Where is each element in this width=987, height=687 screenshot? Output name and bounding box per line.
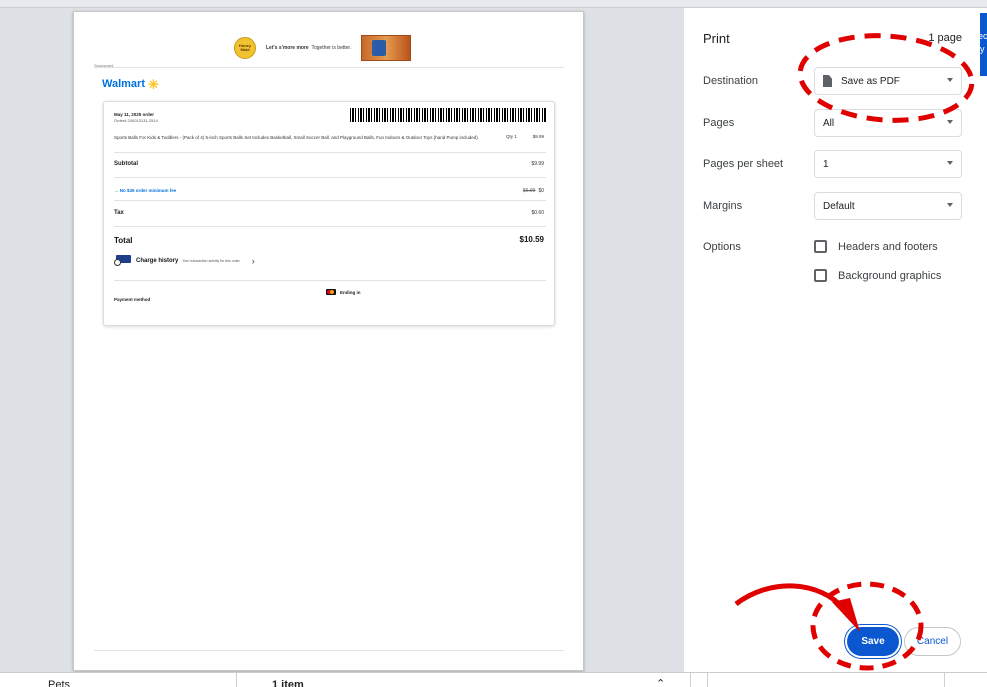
background-pets-label: Pets — [48, 679, 71, 687]
dropdown-arrow-icon — [947, 203, 953, 207]
background-page-edge: ec y — [980, 8, 987, 672]
background-page-content: Pets 1 item ⌃ — [0, 672, 987, 687]
print-settings-panel: Print 1 page Destination Save as PDF Pag… — [684, 8, 980, 672]
product-qty: Qty 1 — [506, 134, 517, 139]
tax-label: Tax — [114, 210, 124, 216]
mastercard-icon — [326, 289, 336, 295]
ad-tagline: Let's s'more more Together is better. — [266, 45, 352, 51]
chevron-up-icon: ⌃ — [656, 678, 666, 687]
background-graphics-option[interactable]: Background graphics — [814, 269, 941, 282]
headers-footers-option[interactable]: Headers and footers — [814, 240, 938, 253]
charge-history-title: Charge history — [136, 257, 179, 264]
headers-footers-checkbox[interactable] — [814, 240, 827, 253]
pages-per-sheet-select[interactable]: 1 — [814, 150, 962, 178]
dropdown-arrow-icon — [947, 120, 953, 124]
divider — [114, 200, 546, 201]
divider — [707, 673, 708, 687]
background-browser-bar — [0, 0, 987, 8]
dropdown-arrow-icon — [947, 78, 953, 82]
product-price: $9.99 — [532, 134, 544, 139]
chevron-right-icon: › — [251, 255, 255, 266]
divider — [114, 152, 546, 153]
order-number: Order# 200013131-2514 — [114, 118, 158, 123]
sponsored-ad: Honey Maid Let's s'more more Together is… — [234, 34, 412, 62]
fee-value: $6.99 $0 — [522, 188, 544, 194]
tax-value: $0.60 — [531, 210, 544, 216]
background-button-fragment[interactable]: ec y — [980, 13, 987, 76]
charge-history-subtitle: Your transaction activity for this order — [182, 258, 240, 263]
ad-product-image — [361, 35, 412, 61]
divider — [236, 673, 237, 687]
walmart-logo: Walmart ✳ — [102, 76, 159, 92]
divider — [944, 673, 945, 687]
honey-maid-logo: Honey Maid — [234, 37, 256, 59]
subtotal-label: Subtotal — [114, 161, 138, 167]
divider — [114, 280, 546, 281]
margins-label: Margins — [703, 200, 743, 212]
background-graphics-checkbox[interactable] — [814, 269, 827, 282]
pages-label: Pages — [703, 117, 735, 129]
divider — [114, 226, 546, 227]
save-button[interactable]: Save — [847, 627, 899, 656]
divider — [94, 650, 564, 651]
spark-icon: ✳ — [148, 76, 159, 92]
preview-page: Honey Maid Let's s'more more Together is… — [73, 11, 584, 671]
order-card: May 11, 2025 order Order# 200013131-2514… — [103, 101, 555, 326]
fee-label: → No $35 order minimum fee — [114, 188, 177, 193]
payment-card: Ending in — [326, 289, 361, 295]
subtotal-value: $9.99 — [531, 161, 544, 167]
destination-label: Destination — [703, 75, 759, 87]
divider — [114, 177, 546, 178]
options-label: Options — [703, 241, 741, 253]
charge-history-link: Charge history Your transaction activity… — [114, 255, 255, 266]
destination-select[interactable]: Save as PDF — [814, 67, 962, 95]
dropdown-arrow-icon — [947, 161, 953, 165]
pages-per-sheet-label: Pages per sheet — [703, 158, 784, 170]
margins-select[interactable]: Default — [814, 192, 962, 220]
order-date: May 11, 2025 order — [114, 112, 155, 117]
document-icon — [823, 75, 832, 87]
payment-method-label: Payment method — [114, 297, 151, 302]
print-preview-area[interactable]: Honey Maid Let's s'more more Together is… — [0, 8, 684, 672]
pages-select[interactable]: All — [814, 109, 962, 137]
charge-history-icon — [114, 255, 132, 266]
barcode-image — [350, 108, 546, 122]
page-count: 1 page — [928, 32, 962, 44]
divider — [94, 67, 564, 68]
product-name: Sports Balls For Kids & Toddlers - (Pack… — [114, 135, 478, 140]
total-value: $10.59 — [519, 235, 544, 244]
print-title: Print — [703, 31, 730, 46]
background-item-label: 1 item — [272, 679, 304, 687]
cancel-button[interactable]: Cancel — [904, 627, 961, 656]
total-label: Total — [114, 236, 133, 245]
divider — [690, 673, 691, 687]
